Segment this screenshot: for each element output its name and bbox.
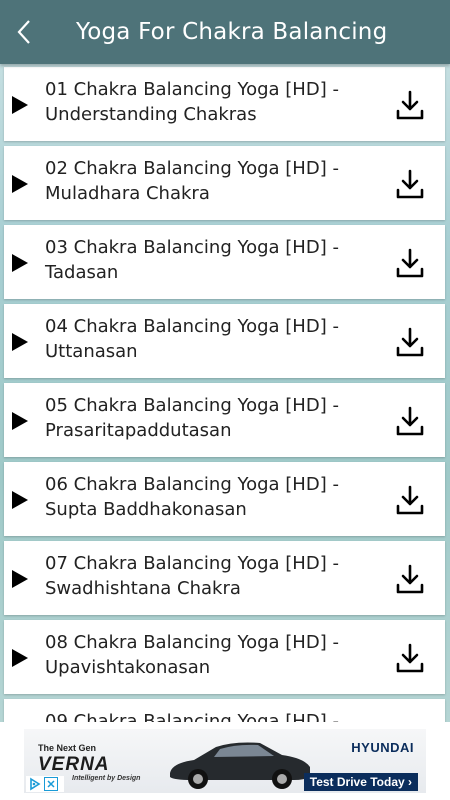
app-header: Yoga For Chakra Balancing [0,0,450,64]
download-icon[interactable] [395,563,425,595]
ad-tagline: Intelligent by Design [72,775,141,782]
adchoices-badge[interactable] [26,776,64,792]
download-icon[interactable] [395,642,425,674]
list-item[interactable]: 09 Chakra Balancing Yoga [HD] - [4,699,445,722]
play-icon[interactable] [12,412,28,430]
video-title: 08 Chakra Balancing Yoga [HD] - Upavishta… [45,632,339,678]
play-icon[interactable] [12,96,28,114]
chevron-left-icon [17,20,30,44]
play-icon[interactable] [12,254,28,272]
video-title: 02 Chakra Balancing Yoga [HD] - Muladhara… [45,158,339,204]
page-title: Yoga For Chakra Balancing [76,19,388,45]
video-title: 05 Chakra Balancing Yoga [HD] - Prasarita… [45,395,339,441]
video-title: 04 Chakra Balancing Yoga [HD] - Uttanasan [45,316,339,362]
download-icon[interactable] [395,168,425,200]
play-icon[interactable] [12,649,28,667]
list-item[interactable]: 04 Chakra Balancing Yoga [HD] - Uttanasan [4,304,445,378]
ad-headline: The Next Gen [38,743,97,753]
play-icon[interactable] [12,175,28,193]
list-item[interactable]: 08 Chakra Balancing Yoga [HD] - Upavishta… [4,620,445,694]
list-item[interactable]: 03 Chakra Balancing Yoga [HD] - Tadasan [4,225,445,299]
car-image [170,742,310,789]
close-icon[interactable] [44,777,58,791]
list-item[interactable]: 07 Chakra Balancing Yoga [HD] - Swadhisht… [4,541,445,615]
ad-brand-logo: HYUNDAI [351,740,414,755]
play-icon[interactable] [12,491,28,509]
video-title: 03 Chakra Balancing Yoga [HD] - Tadasan [45,237,339,283]
list-item[interactable]: 06 Chakra Balancing Yoga [HD] - Supta Bad… [4,462,445,536]
ad-model-name: VERNA [38,754,110,775]
download-icon[interactable] [395,247,425,279]
video-list[interactable]: 01 Chakra Balancing Yoga [HD] - Understan… [0,64,450,722]
download-icon[interactable] [395,484,425,516]
video-title: 09 Chakra Balancing Yoga [HD] - [45,711,339,722]
video-title: 07 Chakra Balancing Yoga [HD] - Swadhisht… [45,553,339,599]
list-item[interactable]: 01 Chakra Balancing Yoga [HD] - Understan… [4,67,445,141]
play-icon[interactable] [12,333,28,351]
list-item[interactable]: 02 Chakra Balancing Yoga [HD] - Muladhara… [4,146,445,220]
ad-cta-button[interactable]: Test Drive Today › [303,773,418,791]
list-item[interactable]: 05 Chakra Balancing Yoga [HD] - Prasarita… [4,383,445,457]
download-icon[interactable] [395,326,425,358]
back-button[interactable] [0,0,48,64]
ad-banner[interactable]: The Next Gen VERNA Intelligent by Design… [24,729,426,793]
adchoices-icon [30,777,41,791]
download-icon[interactable] [395,89,425,121]
play-icon[interactable] [12,570,28,588]
download-icon[interactable] [395,405,425,437]
video-title: 06 Chakra Balancing Yoga [HD] - Supta Bad… [45,474,339,520]
ad-container: The Next Gen VERNA Intelligent by Design… [0,722,450,800]
video-title: 01 Chakra Balancing Yoga [HD] - Understan… [45,79,339,125]
